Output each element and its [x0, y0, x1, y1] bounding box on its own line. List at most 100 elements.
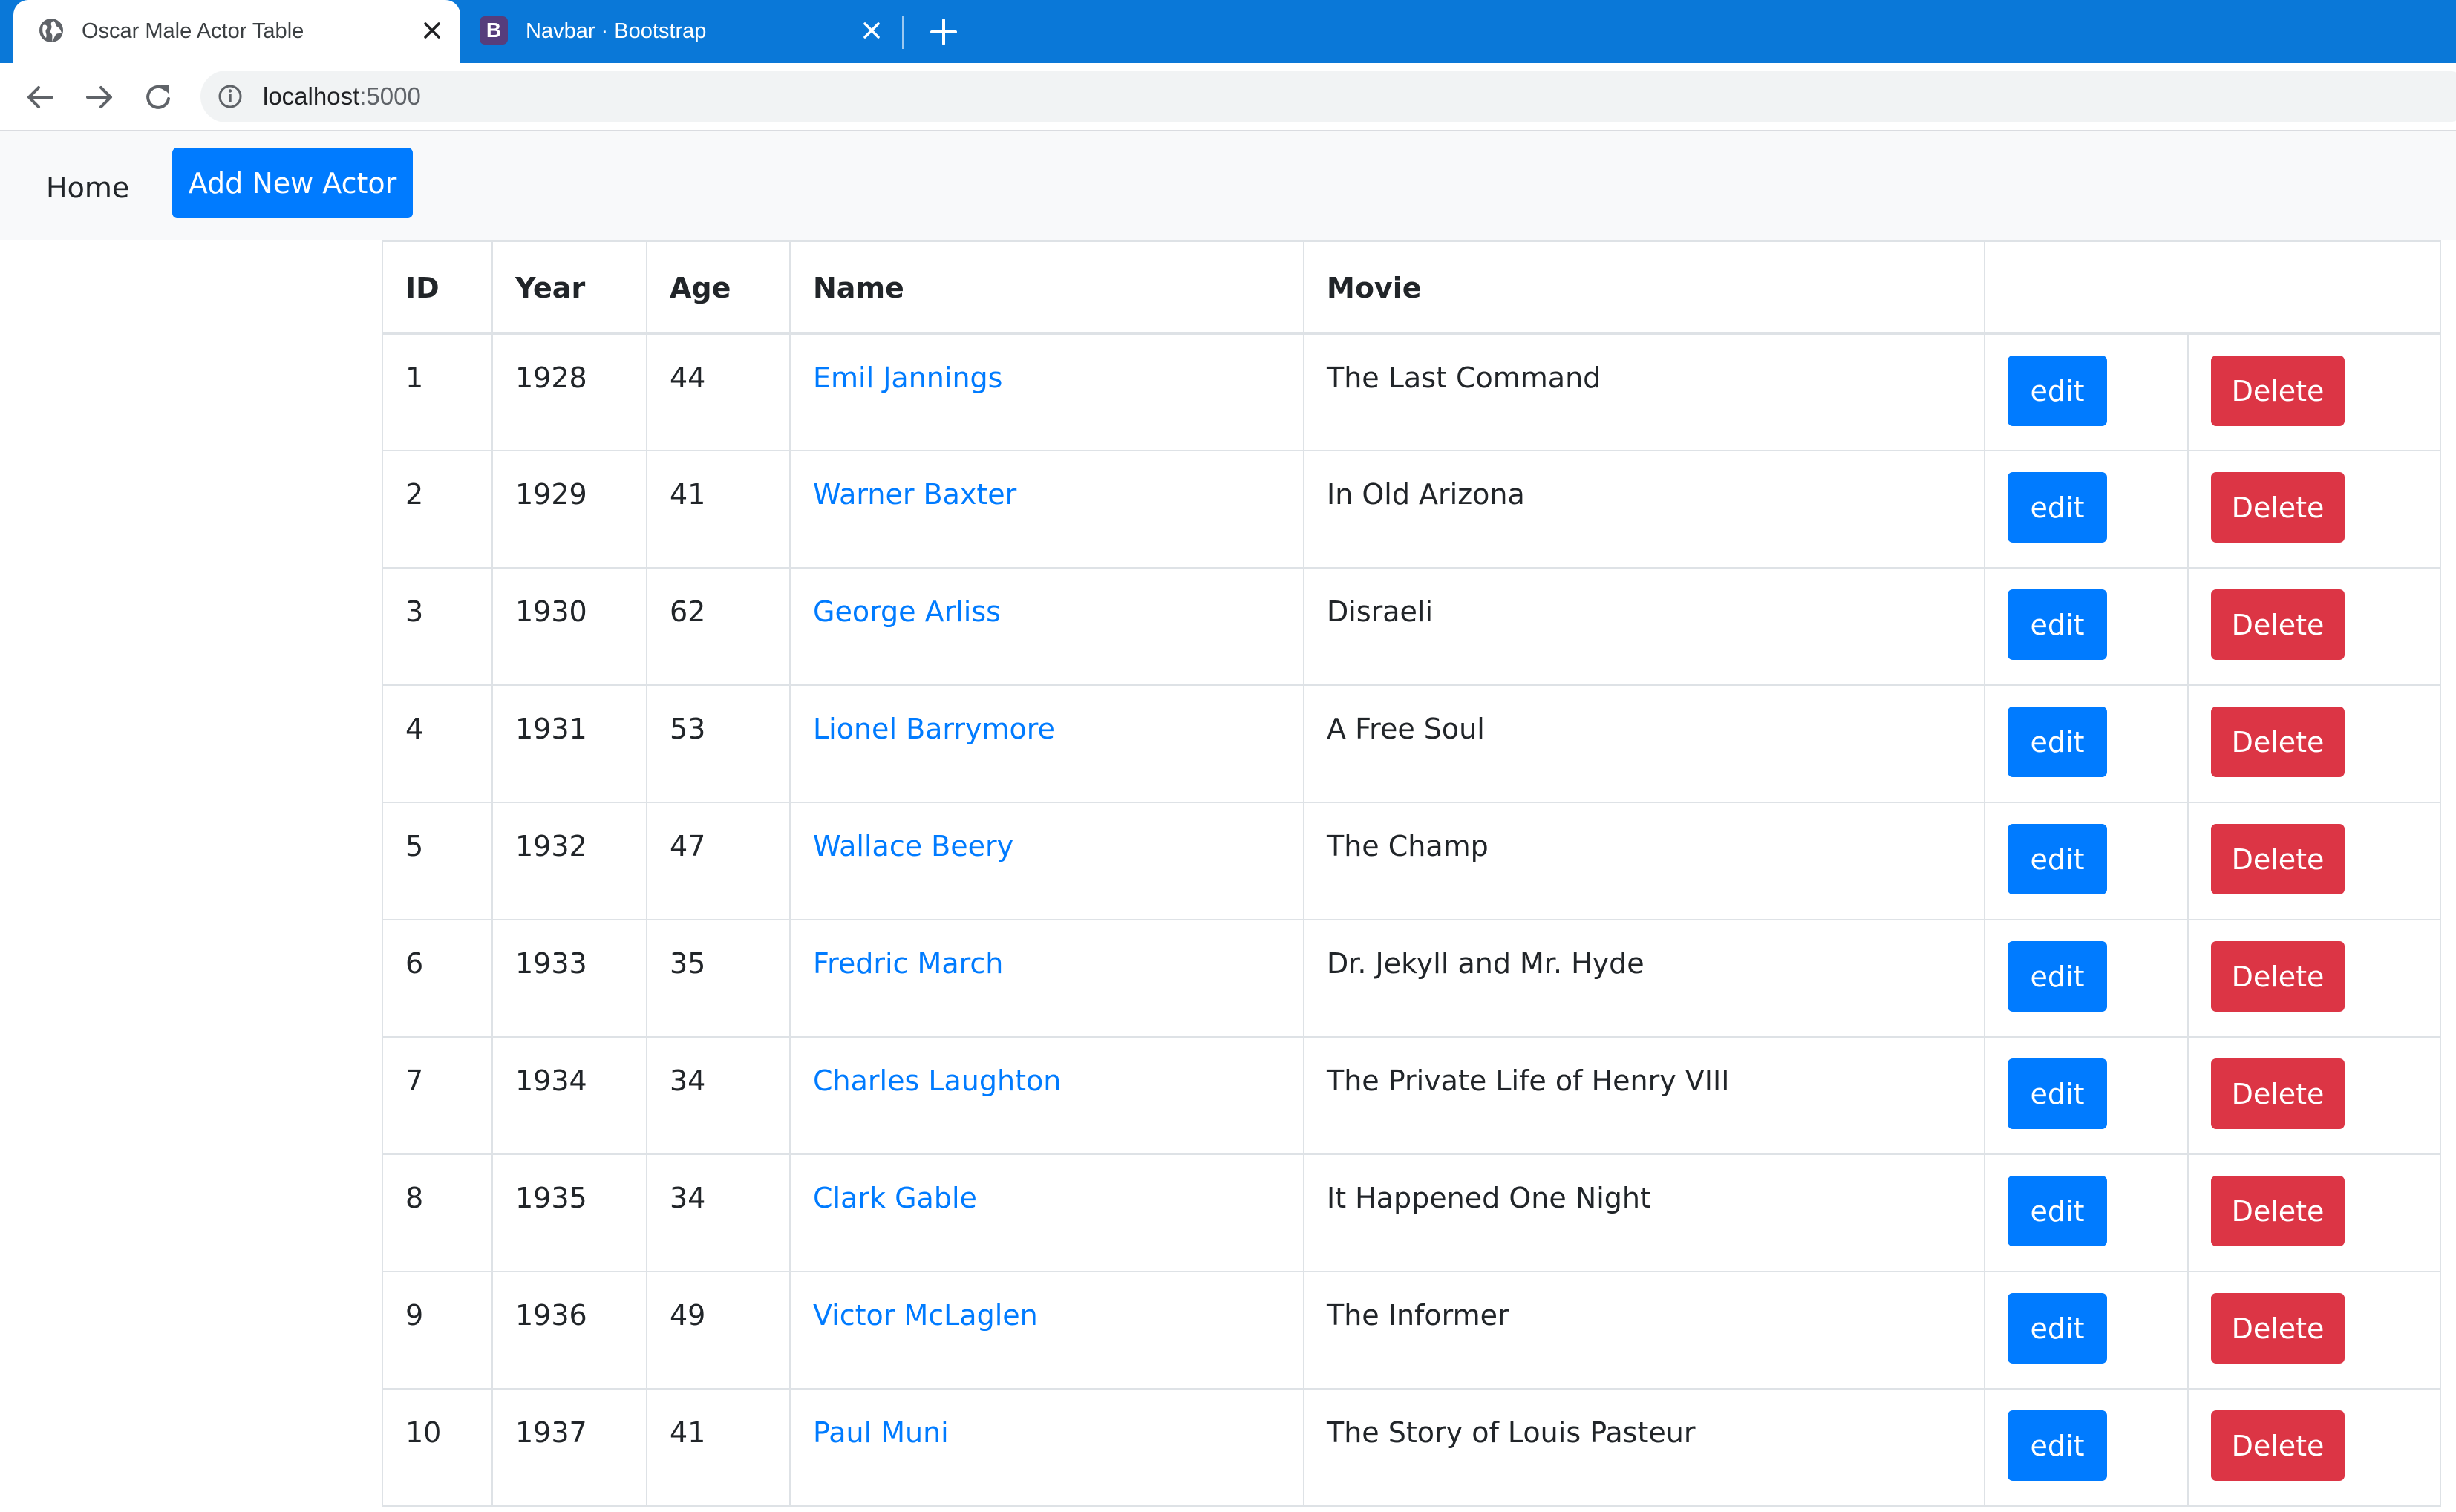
- forward-arrow-icon[interactable]: [82, 79, 117, 115]
- tab-navbar-bootstrap[interactable]: B Navbar · Bootstrap: [462, 0, 900, 63]
- cell-edit: edit: [1984, 919, 2189, 1038]
- back-arrow-icon[interactable]: [22, 79, 58, 115]
- cell-delete: Delete: [2187, 684, 2441, 803]
- header-movie: Movie: [1303, 240, 1985, 335]
- delete-button[interactable]: Delete: [2211, 472, 2345, 543]
- cell-edit: edit: [1984, 802, 2189, 920]
- cell-age: 34: [646, 1036, 791, 1155]
- actor-name-link[interactable]: Lionel Barrymore: [813, 713, 1055, 745]
- table-row: 6 1933 35 Fredric March Dr. Jekyll and Mr. H…: [382, 919, 2441, 1038]
- cell-id: 2: [382, 450, 493, 569]
- table-row: 3 1930 62 George Arliss Disraeli edit Delete: [382, 567, 2441, 686]
- delete-button[interactable]: Delete: [2211, 941, 2345, 1012]
- edit-button[interactable]: edit: [2008, 1176, 2107, 1246]
- cell-movie: It Happened One Night: [1303, 1153, 1985, 1272]
- url-host: localhost: [263, 82, 360, 110]
- edit-button[interactable]: edit: [2008, 1410, 2107, 1481]
- bootstrap-logo-icon: B: [480, 16, 508, 45]
- table-row: 7 1934 34 Charles Laughton The Private Life …: [382, 1036, 2441, 1155]
- cell-age: 53: [646, 684, 791, 803]
- actor-name-link[interactable]: Paul Muni: [813, 1416, 949, 1449]
- globe-icon: [37, 16, 65, 45]
- home-link[interactable]: Home: [46, 131, 129, 240]
- cell-year: 1933: [491, 919, 647, 1038]
- delete-button[interactable]: Delete: [2211, 824, 2345, 894]
- site-info-icon[interactable]: [217, 83, 244, 110]
- close-tab-icon[interactable]: [860, 19, 884, 42]
- actor-name-link[interactable]: Charles Laughton: [813, 1064, 1061, 1097]
- edit-button[interactable]: edit: [2008, 824, 2107, 894]
- cell-year: 1935: [491, 1153, 647, 1272]
- actor-name-link[interactable]: Fredric March: [813, 947, 1003, 980]
- tab-separator: [902, 16, 904, 49]
- actor-name-link[interactable]: Warner Baxter: [813, 478, 1016, 511]
- delete-button[interactable]: Delete: [2211, 589, 2345, 660]
- delete-button[interactable]: Delete: [2211, 1293, 2345, 1364]
- cell-age: 35: [646, 919, 791, 1038]
- cell-edit: edit: [1984, 1388, 2189, 1507]
- actor-name-link[interactable]: Victor McLaglen: [813, 1299, 1038, 1332]
- delete-button[interactable]: Delete: [2211, 1176, 2345, 1246]
- cell-age: 41: [646, 1388, 791, 1507]
- edit-button[interactable]: edit: [2008, 589, 2107, 660]
- table-header-row: ID Year Age Name Movie: [382, 240, 2441, 335]
- cell-age: 44: [646, 333, 791, 451]
- edit-button[interactable]: edit: [2008, 1058, 2107, 1129]
- close-tab-icon[interactable]: [420, 19, 444, 42]
- cell-name: Charles Laughton: [789, 1036, 1304, 1155]
- actor-name-link[interactable]: Wallace Beery: [813, 830, 1013, 863]
- table-row: 8 1935 34 Clark Gable It Happened One Night e…: [382, 1153, 2441, 1272]
- cell-name: Wallace Beery: [789, 802, 1304, 920]
- cell-id: 1: [382, 333, 493, 451]
- cell-age: 34: [646, 1153, 791, 1272]
- cell-year: 1932: [491, 802, 647, 920]
- table-row: 10 1937 41 Paul Muni The Story of Louis Past…: [382, 1388, 2441, 1507]
- cell-movie: A Free Soul: [1303, 684, 1985, 803]
- actors-table: ID Year Age Name Movie 1 1928 44 Emil Janni…: [382, 240, 2441, 1507]
- reload-icon[interactable]: [141, 79, 177, 115]
- cell-movie: The Champ: [1303, 802, 1985, 920]
- cell-name: Paul Muni: [789, 1388, 1304, 1507]
- cell-delete: Delete: [2187, 802, 2441, 920]
- cell-age: 47: [646, 802, 791, 920]
- add-new-actor-button[interactable]: Add New Actor: [172, 148, 413, 218]
- cell-id: 3: [382, 567, 493, 686]
- delete-button[interactable]: Delete: [2211, 1058, 2345, 1129]
- delete-button[interactable]: Delete: [2211, 707, 2345, 777]
- browser-tab-strip: Oscar Male Actor Table B Navbar · Bootst…: [0, 0, 2456, 63]
- actor-name-link[interactable]: George Arliss: [813, 595, 1001, 628]
- cell-year: 1930: [491, 567, 647, 686]
- cell-name: Warner Baxter: [789, 450, 1304, 569]
- cell-delete: Delete: [2187, 450, 2441, 569]
- address-bar[interactable]: localhost:5000: [200, 71, 2456, 122]
- cell-id: 4: [382, 684, 493, 803]
- cell-movie: The Informer: [1303, 1271, 1985, 1390]
- actor-name-link[interactable]: Clark Gable: [813, 1182, 977, 1214]
- cell-age: 49: [646, 1271, 791, 1390]
- new-tab-plus-icon[interactable]: [928, 16, 959, 48]
- edit-button[interactable]: edit: [2008, 707, 2107, 777]
- cell-movie: Dr. Jekyll and Mr. Hyde: [1303, 919, 1985, 1038]
- edit-button[interactable]: edit: [2008, 472, 2107, 543]
- cell-year: 1929: [491, 450, 647, 569]
- url-text[interactable]: localhost:5000: [263, 71, 421, 122]
- delete-button[interactable]: Delete: [2211, 356, 2345, 426]
- cell-name: Fredric March: [789, 919, 1304, 1038]
- cell-name: Emil Jannings: [789, 333, 1304, 451]
- table-row: 9 1936 49 Victor McLaglen The Informer edit De…: [382, 1271, 2441, 1390]
- cell-movie: Disraeli: [1303, 567, 1985, 686]
- cell-age: 41: [646, 450, 791, 569]
- actor-name-link[interactable]: Emil Jannings: [813, 361, 1002, 394]
- edit-button[interactable]: edit: [2008, 356, 2107, 426]
- cell-year: 1934: [491, 1036, 647, 1155]
- cell-delete: Delete: [2187, 1388, 2441, 1507]
- cell-edit: edit: [1984, 1153, 2189, 1272]
- edit-button[interactable]: edit: [2008, 941, 2107, 1012]
- delete-button[interactable]: Delete: [2211, 1410, 2345, 1481]
- cell-name: Lionel Barrymore: [789, 684, 1304, 803]
- cell-delete: Delete: [2187, 1036, 2441, 1155]
- tab-oscar-actor-table[interactable]: Oscar Male Actor Table: [13, 0, 460, 63]
- header-id: ID: [382, 240, 493, 335]
- cell-name: Victor McLaglen: [789, 1271, 1304, 1390]
- edit-button[interactable]: edit: [2008, 1293, 2107, 1364]
